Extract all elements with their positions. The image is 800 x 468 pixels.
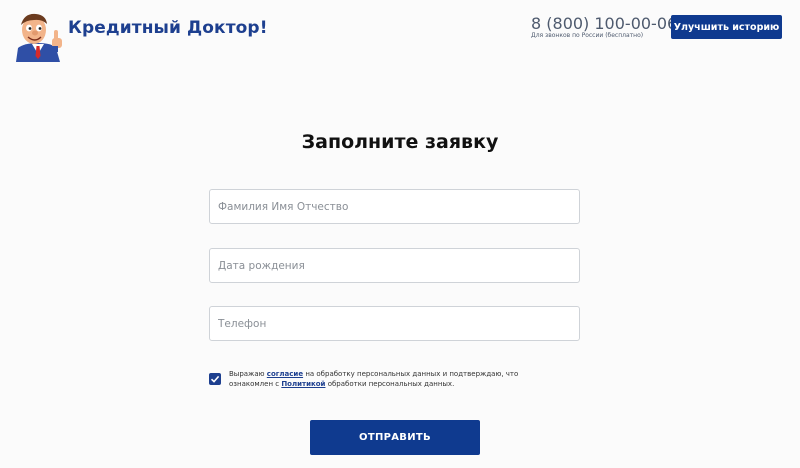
privacy-policy-link[interactable]: Политикой [281, 380, 325, 388]
submit-button[interactable]: ОТПРАВИТЬ [310, 420, 480, 455]
brand-name[interactable]: Кредитный Доктор! [68, 18, 268, 38]
form-title: Заполните заявку [301, 131, 499, 153]
doctor-mascot-icon[interactable] [10, 10, 66, 62]
phone-input[interactable] [209, 306, 580, 341]
birth-date-input[interactable] [209, 248, 580, 283]
consent-text-part: обработки персональных данных. [327, 380, 455, 388]
consent-text-part: Выражаю [229, 370, 265, 378]
phone-note: Для звонков по России (бесплатно) [531, 32, 644, 39]
consent-link[interactable]: согласие [267, 370, 303, 378]
site-header: Кредитный Доктор! 8 (800) 100-00-06 Для … [0, 0, 800, 64]
consent-text: Выражаю согласие на обработку персональн… [229, 369, 559, 389]
checkmark-icon [210, 375, 220, 383]
phone-number[interactable]: 8 (800) 100-00-06 [531, 14, 677, 33]
improve-history-button[interactable]: Улучшить историю [671, 15, 782, 39]
consent-checkbox[interactable] [209, 373, 221, 385]
full-name-input[interactable] [209, 189, 580, 224]
